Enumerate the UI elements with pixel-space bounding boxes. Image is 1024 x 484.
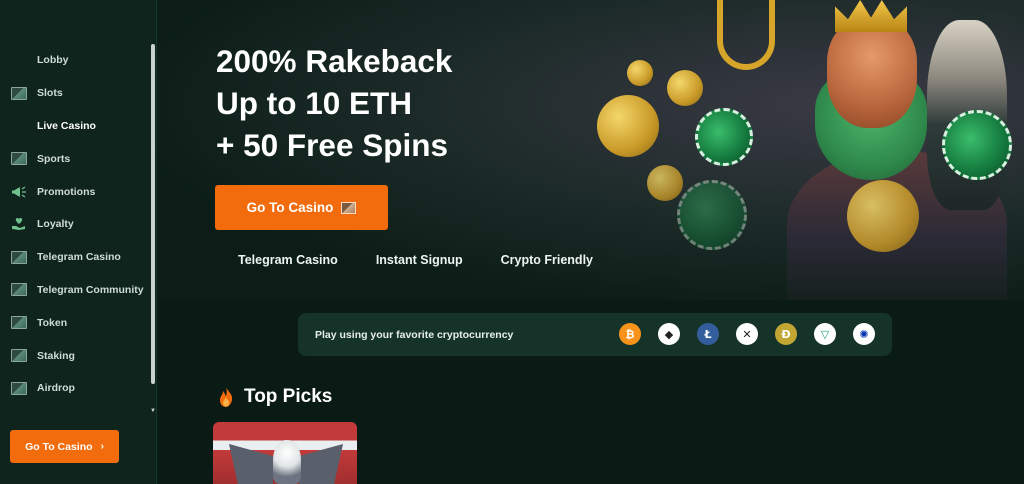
hero-title-line: 200% Rakeback bbox=[216, 43, 453, 79]
main-content: 200% Rakeback Up to 10 ETH + 50 Free Spi… bbox=[157, 0, 1024, 484]
image-placeholder-icon bbox=[10, 349, 27, 363]
gold-coin bbox=[647, 165, 683, 201]
top-picks-title: Top Picks bbox=[244, 386, 333, 407]
trident bbox=[717, 0, 775, 70]
button-label: Go To Casino bbox=[246, 200, 334, 215]
image-placeholder-icon bbox=[10, 283, 27, 297]
sidebar-item-label: Staking bbox=[37, 349, 75, 362]
sidebar-nav: Lobby Slots Live Casino Sports Promotion… bbox=[0, 44, 150, 405]
sidebar-item-label: Token bbox=[37, 316, 68, 329]
megaphone-icon bbox=[10, 185, 27, 198]
gold-coin bbox=[847, 180, 919, 252]
sidebar-item-label: Sports bbox=[37, 152, 71, 165]
image-placeholder-icon bbox=[10, 381, 27, 395]
ethereum-icon: ◆ bbox=[658, 323, 680, 345]
image-placeholder-icon bbox=[10, 250, 27, 264]
sidebar-item-token[interactable]: Token bbox=[0, 306, 150, 339]
eagle-icon bbox=[273, 440, 301, 484]
image-placeholder-icon bbox=[341, 201, 357, 214]
sidebar-item-slots[interactable]: Slots bbox=[0, 77, 150, 110]
sidebar-item-airdrop[interactable]: Airdrop bbox=[0, 372, 150, 405]
tether-icon: ▽ bbox=[814, 323, 836, 345]
flame-icon bbox=[220, 387, 233, 407]
eagle-wing bbox=[299, 444, 343, 484]
sidebar-item-label: Promotions bbox=[37, 185, 96, 198]
image-placeholder-icon bbox=[10, 86, 27, 100]
sidebar-item-loyalty[interactable]: Loyalty bbox=[0, 208, 150, 241]
sidebar-item-sports[interactable]: Sports bbox=[0, 142, 150, 175]
sidebar-item-telegram-community[interactable]: Telegram Community bbox=[0, 274, 150, 307]
crypto-bar-label: Play using your favorite cryptocurrency bbox=[315, 328, 514, 341]
sidebar-item-label: Loyalty bbox=[37, 218, 74, 231]
feature-item: Instant Signup bbox=[375, 253, 463, 267]
chevron-right-icon: › bbox=[100, 441, 104, 452]
gold-coin bbox=[627, 60, 653, 86]
sidebar-item-label: Slots bbox=[37, 87, 63, 100]
top-picks-heading: Top Picks bbox=[219, 386, 332, 408]
game-card[interactable] bbox=[213, 422, 357, 484]
king-face bbox=[827, 18, 917, 128]
hero-title-line: + 50 Free Spins bbox=[216, 127, 448, 163]
sidebar-item-telegram-casino[interactable]: Telegram Casino bbox=[0, 241, 150, 274]
gold-coin bbox=[597, 95, 659, 157]
sidebar-go-to-casino-button[interactable]: Go To Casino › bbox=[10, 430, 119, 463]
hero-title: 200% Rakeback Up to 10 ETH + 50 Free Spi… bbox=[216, 40, 536, 166]
image-placeholder-icon bbox=[10, 316, 27, 330]
casino-chip bbox=[677, 180, 747, 250]
image-placeholder-icon bbox=[10, 152, 27, 166]
sidebar-item-label: Telegram Community bbox=[37, 283, 144, 296]
litecoin-icon: Ł bbox=[697, 323, 719, 345]
sidebar-item-lobby[interactable]: Lobby bbox=[0, 44, 150, 77]
sidebar-scrollbar[interactable] bbox=[151, 44, 155, 414]
sidebar-item-label: Telegram Casino bbox=[37, 251, 121, 264]
sidebar-item-staking[interactable]: Staking bbox=[0, 339, 150, 372]
button-label: Go To Casino bbox=[25, 440, 93, 453]
casino-chip bbox=[695, 108, 753, 166]
cardano-icon: ✺ bbox=[853, 323, 875, 345]
scroll-down-arrow[interactable]: ▼ bbox=[150, 408, 156, 414]
hero-go-to-casino-button[interactable]: Go To Casino bbox=[215, 185, 388, 230]
crypto-bar: Play using your favorite cryptocurrency … bbox=[298, 313, 892, 356]
scrollbar-thumb[interactable] bbox=[151, 44, 155, 384]
gold-coin bbox=[667, 70, 703, 106]
feature-list: Telegram Casino Instant Signup Crypto Fr… bbox=[238, 253, 631, 267]
sidebar-item-label: Live Casino bbox=[37, 119, 96, 132]
heart-hand-icon bbox=[10, 218, 27, 231]
xrp-icon: ✕ bbox=[736, 323, 758, 345]
feature-item: Telegram Casino bbox=[238, 253, 338, 267]
eagle-wing bbox=[229, 444, 273, 484]
sidebar: Lobby Slots Live Casino Sports Promotion… bbox=[0, 0, 157, 484]
sidebar-item-promotions[interactable]: Promotions bbox=[0, 175, 150, 208]
bitcoin-icon: ₿ bbox=[619, 323, 641, 345]
sidebar-item-label: Airdrop bbox=[37, 382, 75, 395]
hero-banner: 200% Rakeback Up to 10 ETH + 50 Free Spi… bbox=[157, 0, 1024, 300]
hero-illustration bbox=[597, 0, 1024, 300]
casino-chip bbox=[942, 110, 1012, 180]
sidebar-item-label: Lobby bbox=[37, 54, 69, 67]
feature-item: Crypto Friendly bbox=[500, 253, 593, 267]
crown bbox=[835, 0, 907, 32]
sidebar-item-live-casino[interactable]: Live Casino bbox=[0, 110, 150, 143]
hero-title-line: Up to 10 ETH bbox=[216, 85, 413, 121]
dogecoin-icon: Ð bbox=[775, 323, 797, 345]
crypto-icon-list: ₿ ◆ Ł ✕ Ð ▽ ✺ bbox=[619, 323, 892, 345]
